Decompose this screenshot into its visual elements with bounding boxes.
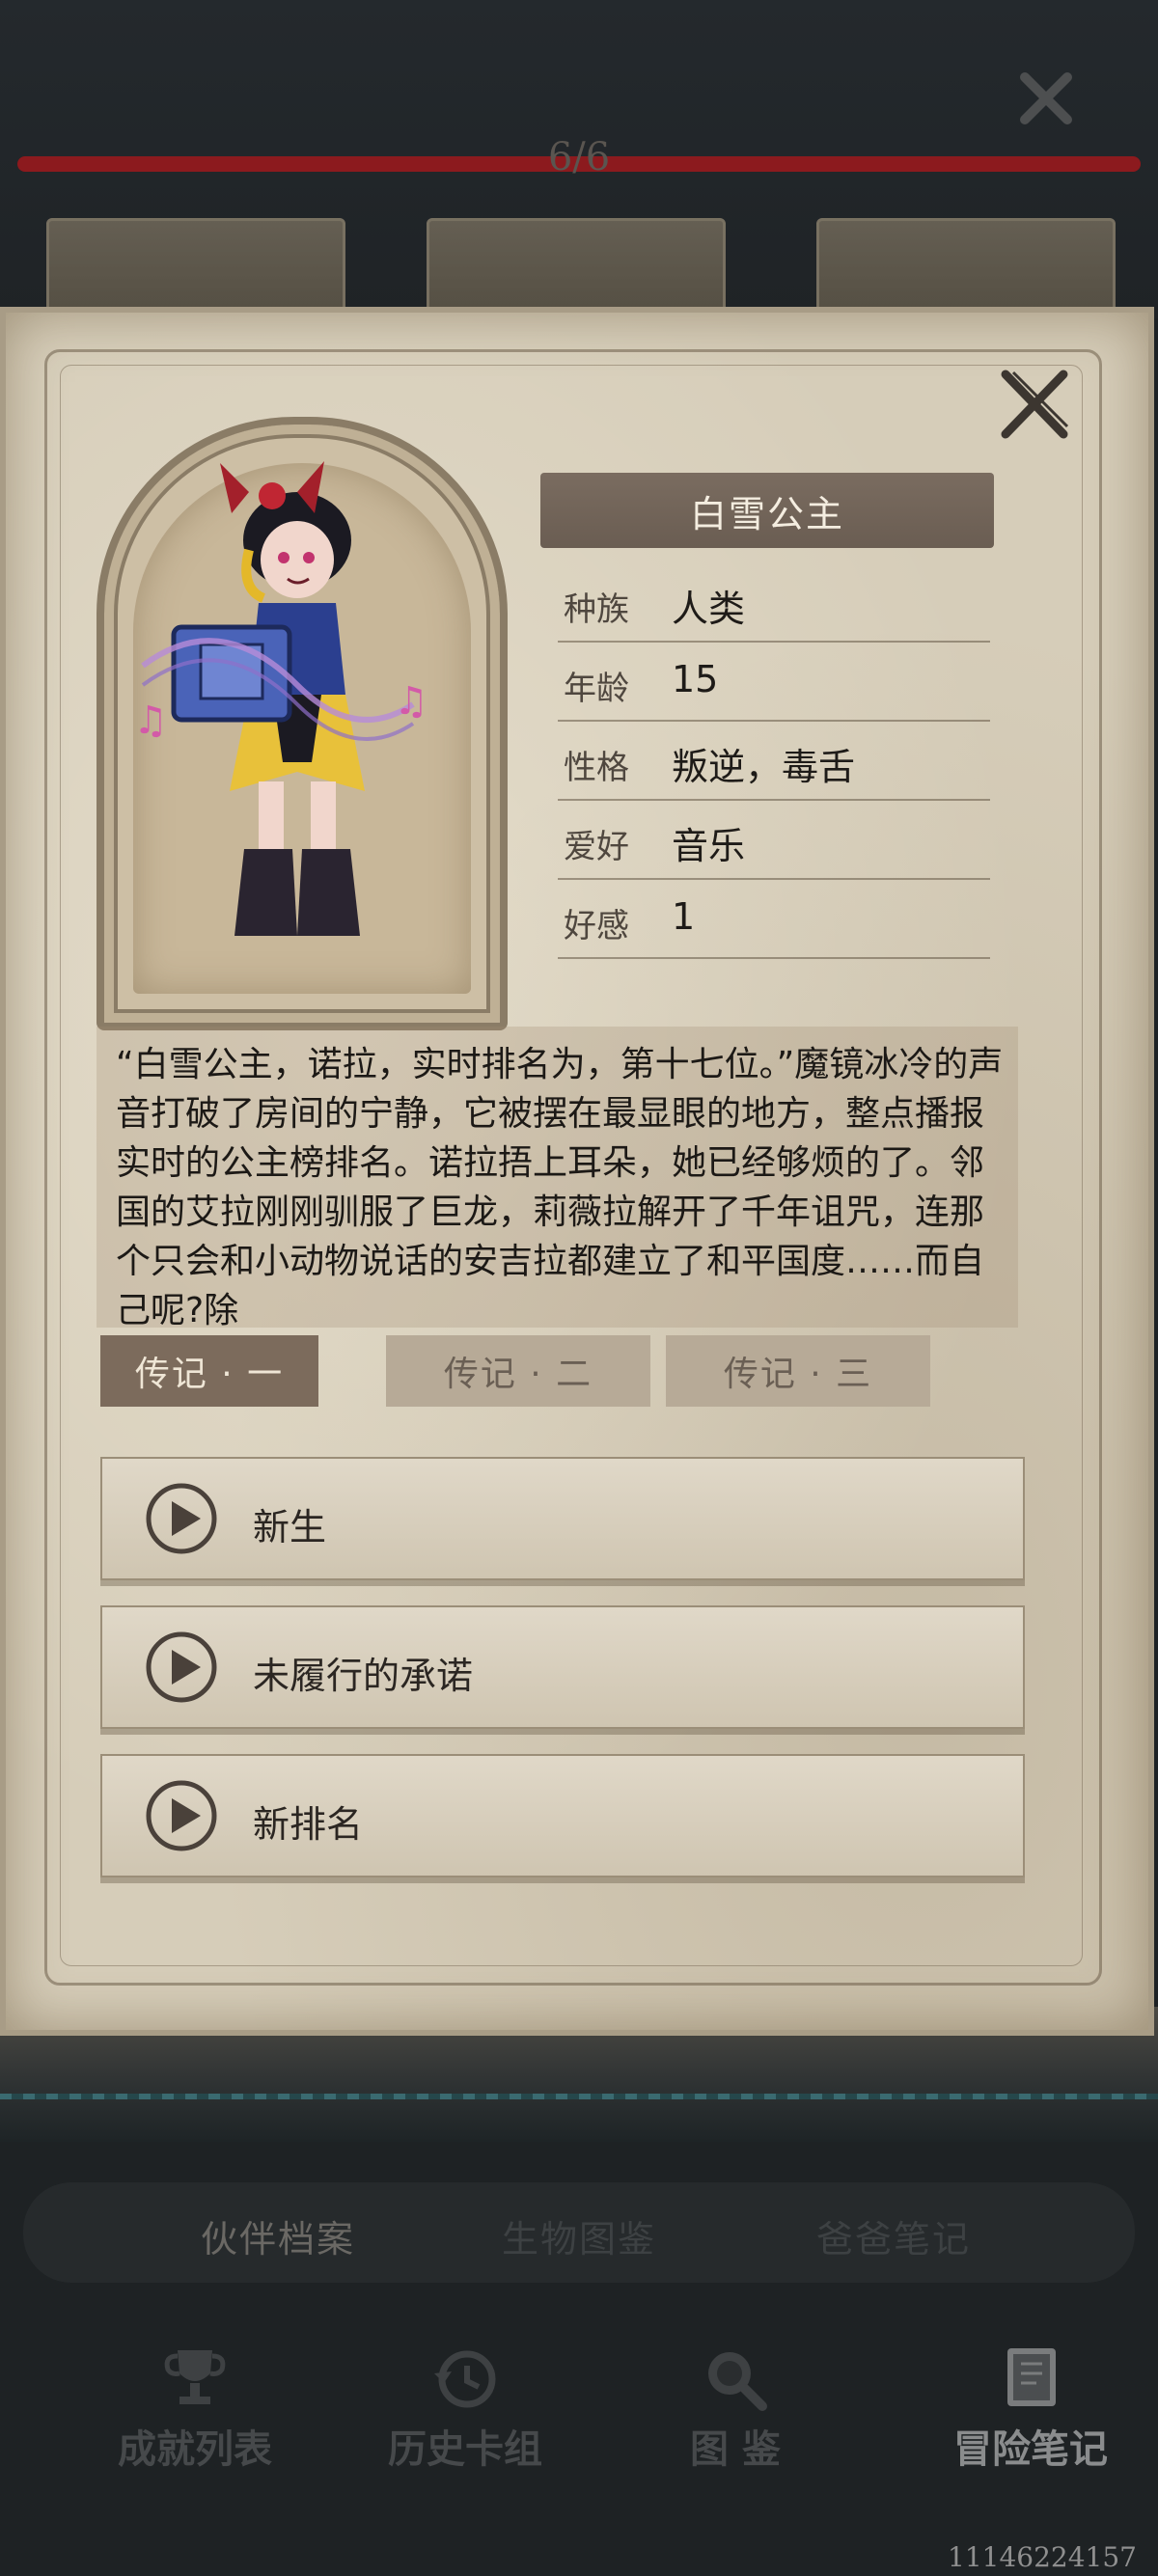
close-icon[interactable]	[1015, 68, 1077, 129]
character-portrait: ♫ ♫	[133, 461, 428, 936]
play-icon	[146, 1780, 217, 1851]
story-text-panel[interactable]: “白雪公主，诺拉，实时排名为，第十七位。”魔镜冰冷的声音打破了房间的宁静，它被摆…	[96, 1027, 1018, 1328]
attribute-row-personality: 性格 叛逆，毒舌	[558, 724, 990, 801]
chapter-button-3[interactable]: 新排名	[100, 1754, 1025, 1877]
chapter-title: 新生	[253, 1506, 327, 1548]
attribute-value: 1	[672, 895, 696, 938]
attribute-label: 年龄	[564, 670, 629, 708]
attribute-label: 种族	[564, 590, 629, 629]
chapter-button-1[interactable]: 新生	[100, 1457, 1025, 1580]
character-portrait-frame: ♫ ♫	[96, 417, 508, 1030]
attribute-value: 15	[672, 658, 719, 700]
tab-biography-1[interactable]: 传记 · 一	[100, 1335, 318, 1407]
nav-label: 冒险笔记	[953, 2427, 1108, 2472]
attribute-row-age: 年龄 15	[558, 644, 990, 722]
divider	[558, 641, 990, 643]
attribute-value: 叛逆，毒舌	[672, 746, 856, 788]
chapter-button-2[interactable]: 未履行的承诺	[100, 1605, 1025, 1729]
divider	[558, 957, 990, 959]
divider	[558, 878, 990, 880]
tab-biography-2[interactable]: 传记 · 二	[386, 1335, 650, 1407]
character-name-banner: 白雪公主	[540, 473, 994, 548]
attribute-label: 好感	[564, 907, 629, 945]
chapter-title: 未履行的承诺	[253, 1655, 474, 1697]
attribute-row-race: 种族 人类	[558, 565, 990, 643]
attribute-label: 性格	[564, 749, 629, 787]
chapter-title: 新排名	[253, 1803, 364, 1846]
build-id: 11146224157	[948, 2541, 1137, 2573]
nav-adventure-notes[interactable]: 冒险笔记	[915, 2344, 1146, 2480]
play-icon	[146, 1483, 217, 1554]
divider	[558, 720, 990, 722]
tab-dad-notes[interactable]: 爸爸笔记	[749, 2209, 1038, 2262]
play-icon	[146, 1631, 217, 1703]
attribute-label: 爱好	[564, 828, 629, 866]
divider	[558, 799, 990, 801]
tab-partner-archive[interactable]: 伙伴档案	[133, 2209, 423, 2262]
progress-count: 6/6	[547, 135, 611, 179]
nav-label: 图 鉴	[690, 2427, 781, 2472]
tab-creature-guide[interactable]: 生物图鉴	[434, 2209, 724, 2262]
nav-history-deck[interactable]: 历史卡组	[349, 2344, 581, 2480]
close-icon[interactable]	[994, 365, 1073, 444]
attribute-value: 音乐	[672, 825, 746, 867]
trophy-icon	[164, 2350, 226, 2404]
svg-text:♫: ♫	[394, 679, 428, 724]
nav-label: 成就列表	[118, 2427, 272, 2472]
attribute-row-affinity: 好感 1	[558, 882, 990, 959]
magnifier-icon	[708, 2352, 767, 2411]
attribute-row-hobby: 爱好 音乐	[558, 803, 990, 880]
tab-biography-3[interactable]: 传记 · 三	[666, 1335, 930, 1407]
character-name: 白雪公主	[689, 492, 844, 535]
nav-encyclopedia[interactable]: 图 鉴	[620, 2344, 851, 2480]
attribute-value: 人类	[672, 588, 746, 630]
story-text: “白雪公主，诺拉，实时排名为，第十七位。”魔镜冰冷的声音打破了房间的宁静，它被摆…	[116, 1045, 1004, 1326]
svg-text:♫: ♫	[133, 699, 168, 743]
history-icon	[434, 2350, 496, 2408]
nav-achievements[interactable]: 成就列表	[79, 2344, 311, 2480]
nav-label: 历史卡组	[388, 2427, 542, 2472]
book-edge-trim	[0, 2094, 1158, 2099]
notebook-icon	[1007, 2348, 1056, 2406]
